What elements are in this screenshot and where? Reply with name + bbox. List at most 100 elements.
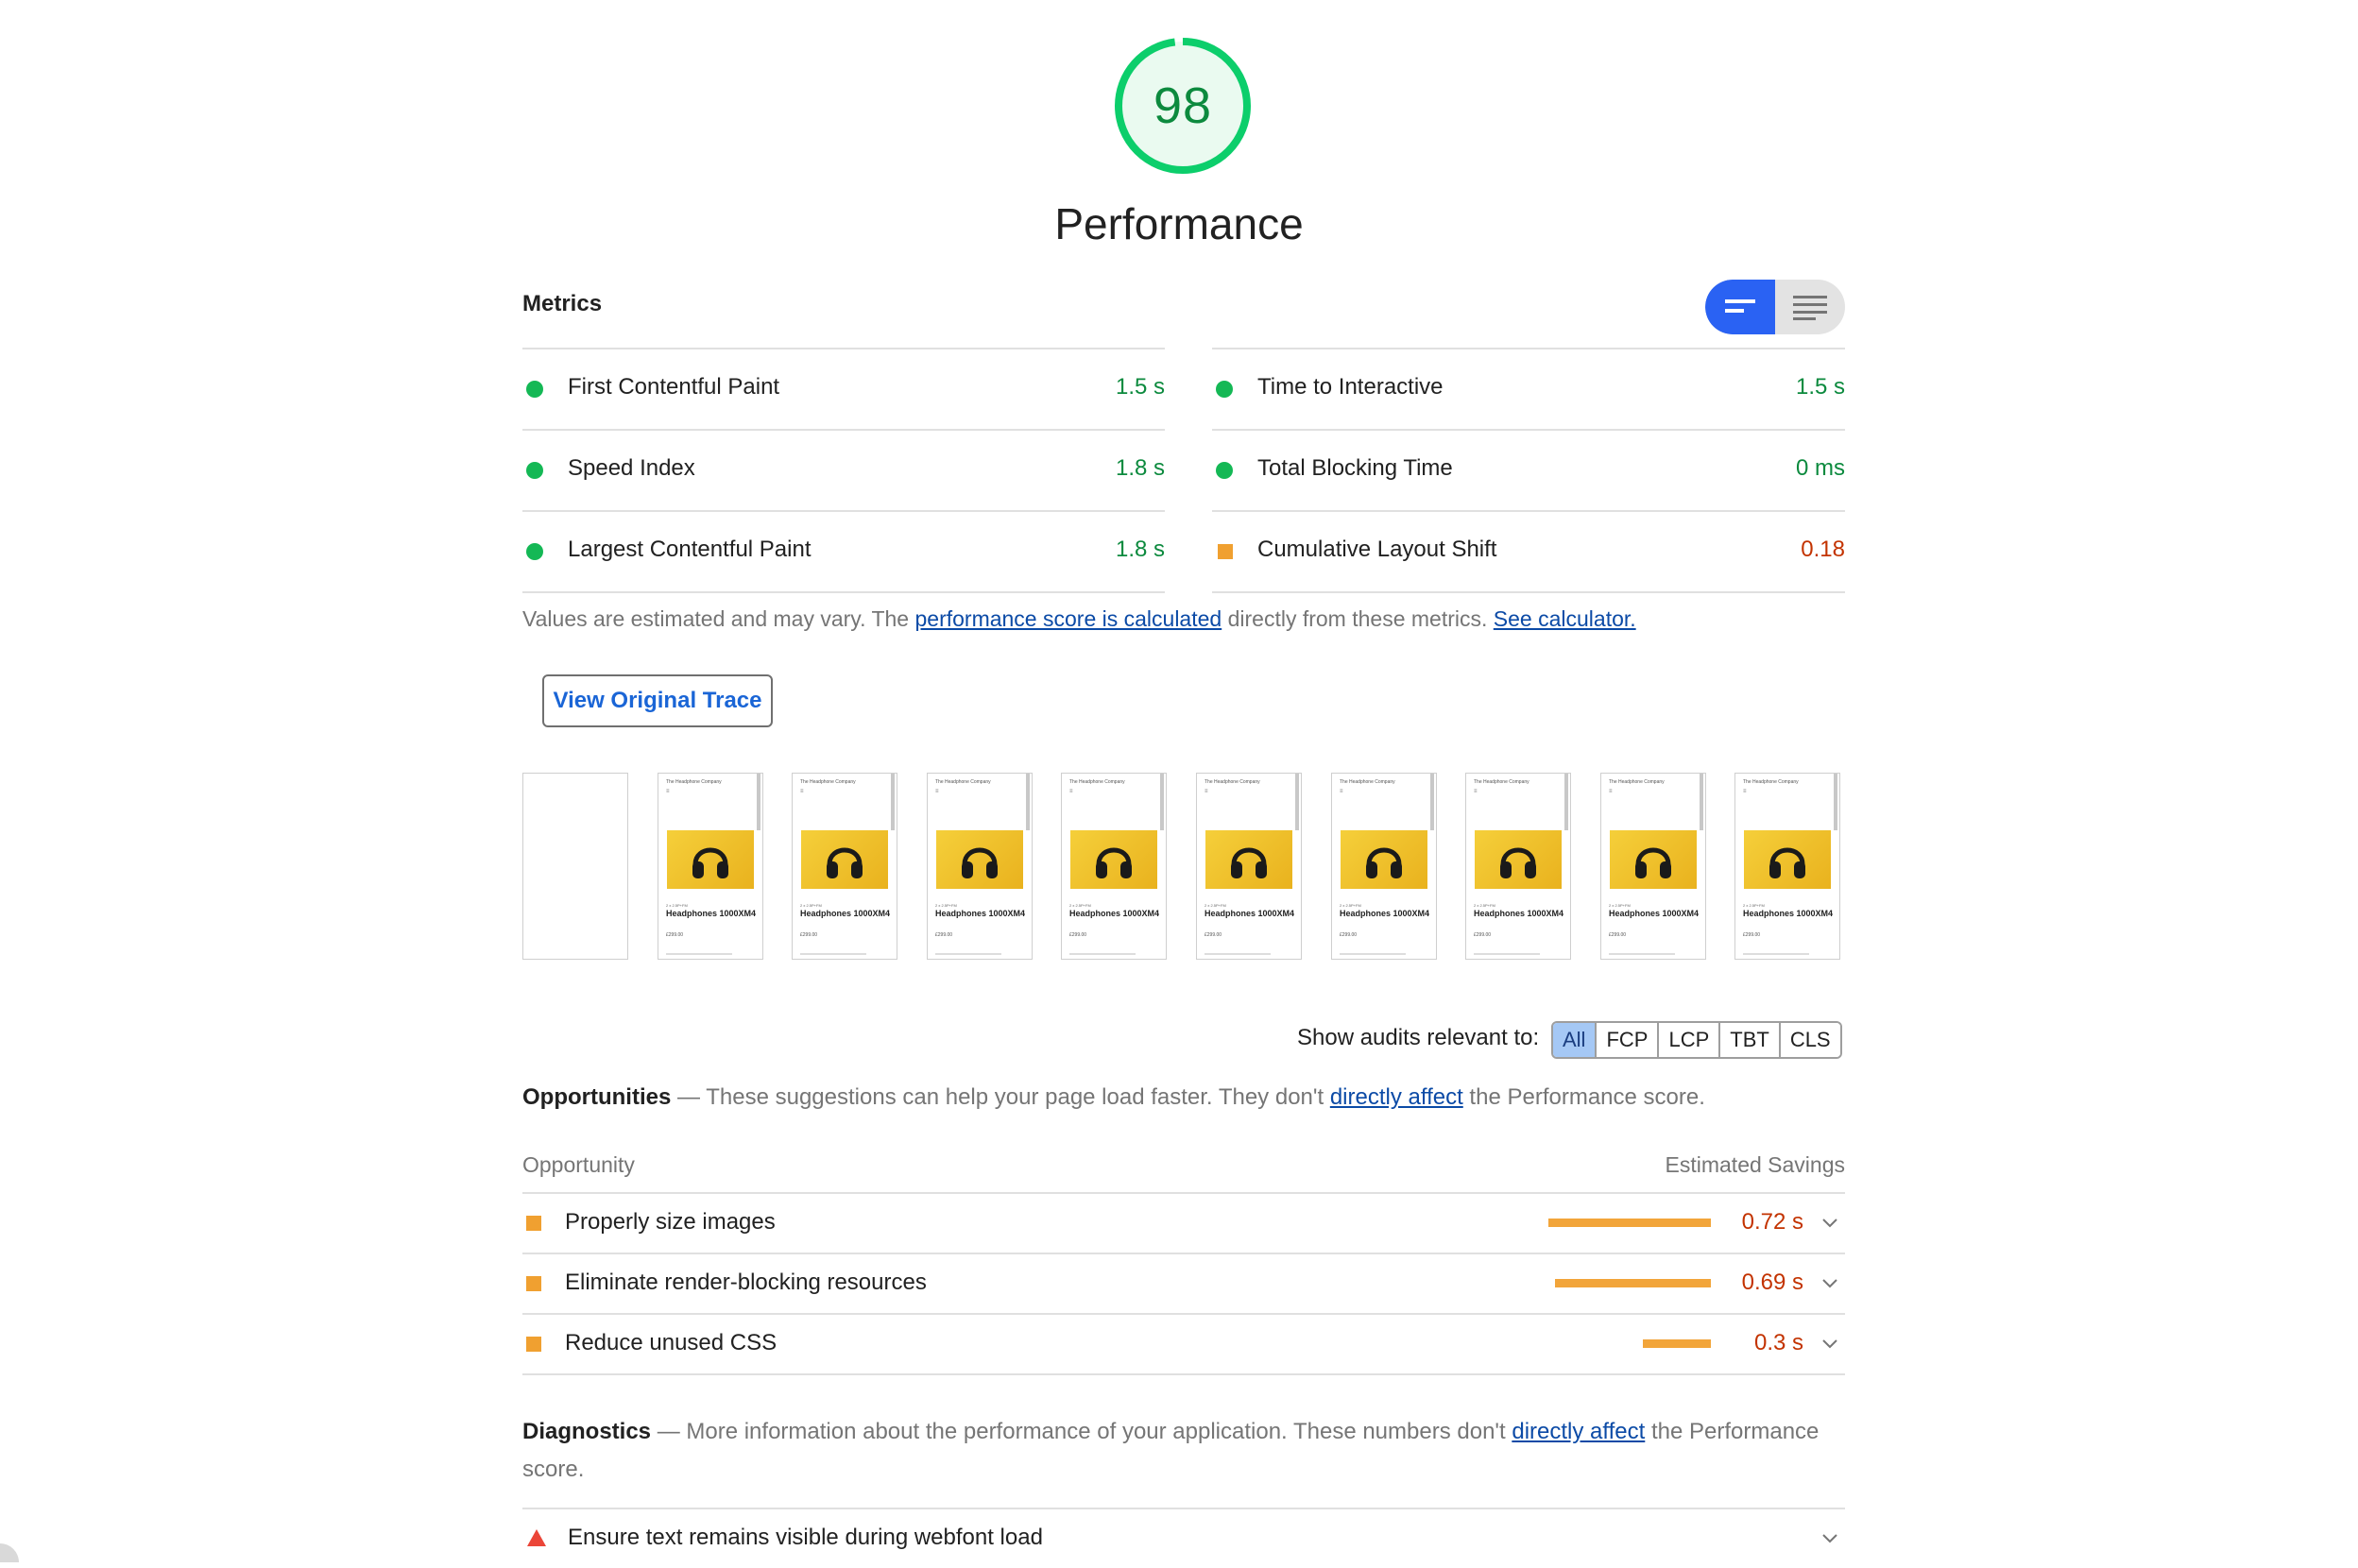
metric-value: 0 ms xyxy=(1795,455,1845,481)
frame-tag: 2 x 2.5P+FM xyxy=(1340,903,1361,908)
filmstrip-frame: The Headphone Company ≡ 2 x 2.5P+FM Headpho… xyxy=(1331,773,1437,960)
directly-affect-link[interactable]: directly affect xyxy=(1512,1419,1645,1444)
filter-chip-lcp[interactable]: LCP xyxy=(1657,1023,1719,1057)
diagnostic-row[interactable]: Ensure text remains visible during webfo… xyxy=(522,1508,1845,1568)
metric-time-to-interactive: Time to Interactive 1.5 s xyxy=(1212,348,1845,429)
metric-total-blocking-time: Total Blocking Time 0 ms xyxy=(1212,429,1845,510)
chevron-down-icon[interactable] xyxy=(1820,1273,1839,1292)
filter-chip-fcp[interactable]: FCP xyxy=(1595,1023,1658,1057)
frame-price: £299.00 xyxy=(1340,932,1358,938)
filter-chip-cls[interactable]: CLS xyxy=(1778,1023,1840,1057)
frame-menu-icon: ≡ xyxy=(1205,789,1208,794)
chevron-down-icon[interactable] xyxy=(1820,1528,1839,1547)
filmstrip: The Headphone Company ≡ 2 x 2.5P+FM Headpho… xyxy=(522,773,1845,963)
frame-text-line xyxy=(935,953,1001,955)
pass-dot-icon xyxy=(1216,381,1233,398)
frame-site-name: The Headphone Company xyxy=(1743,779,1799,785)
headphones-icon xyxy=(692,847,728,878)
bars-view-icon[interactable] xyxy=(1705,280,1775,334)
opportunity-label: Properly size images xyxy=(565,1209,776,1235)
opportunities-description: These suggestions can help your page loa… xyxy=(706,1084,1330,1110)
opportunities-description-end: the Performance score. xyxy=(1462,1084,1705,1110)
metric-first-contentful-paint: First Contentful Paint 1.5 s xyxy=(522,348,1165,429)
frame-text-line xyxy=(666,953,732,955)
metric-filter[interactable]: All FCP LCP TBT CLS xyxy=(1551,1021,1842,1059)
metric-label: Time to Interactive xyxy=(1257,374,1444,400)
filmstrip-frame: The Headphone Company ≡ 2 x 2.5P+FM Headpho… xyxy=(1600,773,1706,960)
filmstrip-frame: The Headphone Company ≡ 2 x 2.5P+FM Headpho… xyxy=(658,773,763,960)
filter-chip-all[interactable]: All xyxy=(1553,1023,1596,1057)
performance-score: 98 xyxy=(1153,77,1213,134)
frame-price: £299.00 xyxy=(1205,932,1222,938)
headphones-icon xyxy=(1366,847,1402,878)
metric-value: 1.5 s xyxy=(1115,374,1165,400)
view-original-trace-button[interactable]: View Original Trace xyxy=(542,674,773,727)
frame-price: £299.00 xyxy=(800,932,818,938)
opportunities-list: Properly size images 0.72 s Eliminate re… xyxy=(522,1192,1845,1375)
frame-price: £299.00 xyxy=(935,932,953,938)
frame-site-name: The Headphone Company xyxy=(666,779,722,785)
frame-product-image xyxy=(667,830,754,889)
frame-scrollbar xyxy=(1834,774,1837,830)
filmstrip-frame: The Headphone Company ≡ 2 x 2.5P+FM Headpho… xyxy=(927,773,1033,960)
headphones-icon xyxy=(962,847,998,878)
frame-text-line xyxy=(1205,953,1271,955)
metric-label: First Contentful Paint xyxy=(568,374,780,400)
frame-product-image xyxy=(936,830,1023,889)
savings-value: 0.72 s xyxy=(1741,1209,1803,1235)
frame-menu-icon: ≡ xyxy=(1743,789,1747,794)
frame-product-image xyxy=(1205,830,1292,889)
savings-value: 0.69 s xyxy=(1741,1270,1803,1295)
savings-value: 0.3 s xyxy=(1753,1330,1803,1355)
frame-tag: 2 x 2.5P+FM xyxy=(1205,903,1226,908)
metric-speed-index: Speed Index 1.8 s xyxy=(522,429,1165,510)
frame-product-name: Headphones 1000XM4 xyxy=(1205,909,1295,918)
directly-affect-link[interactable]: directly affect xyxy=(1330,1084,1463,1110)
frame-text-line xyxy=(1069,953,1136,955)
metric-largest-contentful-paint: Largest Contentful Paint 1.8 s xyxy=(522,510,1165,593)
metrics-heading: Metrics xyxy=(522,291,603,316)
frame-scrollbar xyxy=(891,774,895,830)
frame-product-name: Headphones 1000XM4 xyxy=(1340,909,1430,918)
headphones-icon xyxy=(827,847,863,878)
frame-product-image xyxy=(1744,830,1831,889)
frame-text-line xyxy=(800,953,866,955)
filter-label: Show audits relevant to: xyxy=(1297,1025,1540,1050)
metric-value: 1.5 s xyxy=(1795,374,1845,400)
opportunity-row[interactable]: Reduce unused CSS 0.3 s xyxy=(522,1313,1845,1375)
frame-product-image xyxy=(1475,830,1562,889)
filmstrip-frame: The Headphone Company ≡ 2 x 2.5P+FM Headpho… xyxy=(1061,773,1167,960)
metrics-column-right: Time to Interactive 1.5 s Total Blocking… xyxy=(1212,348,1845,593)
savings-bar xyxy=(1555,1279,1711,1287)
chevron-down-icon[interactable] xyxy=(1820,1334,1839,1353)
frame-site-name: The Headphone Company xyxy=(1069,779,1125,785)
opportunity-row[interactable]: Properly size images 0.72 s xyxy=(522,1192,1845,1253)
frame-site-name: The Headphone Company xyxy=(935,779,991,785)
diagnostics-header: Diagnostics — More information about the… xyxy=(522,1413,1845,1489)
frame-menu-icon: ≡ xyxy=(800,789,804,794)
score-calculated-link[interactable]: performance score is calculated xyxy=(914,606,1222,631)
list-view-icon[interactable] xyxy=(1775,280,1845,334)
headphones-icon xyxy=(1096,847,1132,878)
opportunity-row[interactable]: Eliminate render-blocking resources 0.69… xyxy=(522,1253,1845,1313)
frame-tag: 2 x 2.5P+FM xyxy=(935,903,957,908)
filmstrip-frame xyxy=(522,773,628,960)
frame-product-image xyxy=(1610,830,1697,889)
metrics-note: Values are estimated and may vary. The p… xyxy=(522,606,1636,632)
frame-price: £299.00 xyxy=(666,932,684,938)
metric-label: Total Blocking Time xyxy=(1257,455,1453,481)
frame-price: £299.00 xyxy=(1609,932,1627,938)
metrics-view-toggle[interactable] xyxy=(1705,280,1845,334)
filmstrip-frame: The Headphone Company ≡ 2 x 2.5P+FM Headpho… xyxy=(1734,773,1840,960)
opportunities-header: Opportunities — These suggestions can he… xyxy=(522,1084,1705,1111)
filter-chip-tbt[interactable]: TBT xyxy=(1718,1023,1779,1057)
opportunity-column-header: Opportunity xyxy=(522,1152,635,1177)
frame-price: £299.00 xyxy=(1474,932,1492,938)
chevron-down-icon[interactable] xyxy=(1820,1213,1839,1232)
frame-menu-icon: ≡ xyxy=(1609,789,1613,794)
frame-scrollbar xyxy=(757,774,760,830)
pass-dot-icon xyxy=(1216,462,1233,479)
see-calculator-link[interactable]: See calculator. xyxy=(1494,606,1636,631)
metric-label: Speed Index xyxy=(568,455,695,481)
frame-site-name: The Headphone Company xyxy=(1340,779,1395,785)
